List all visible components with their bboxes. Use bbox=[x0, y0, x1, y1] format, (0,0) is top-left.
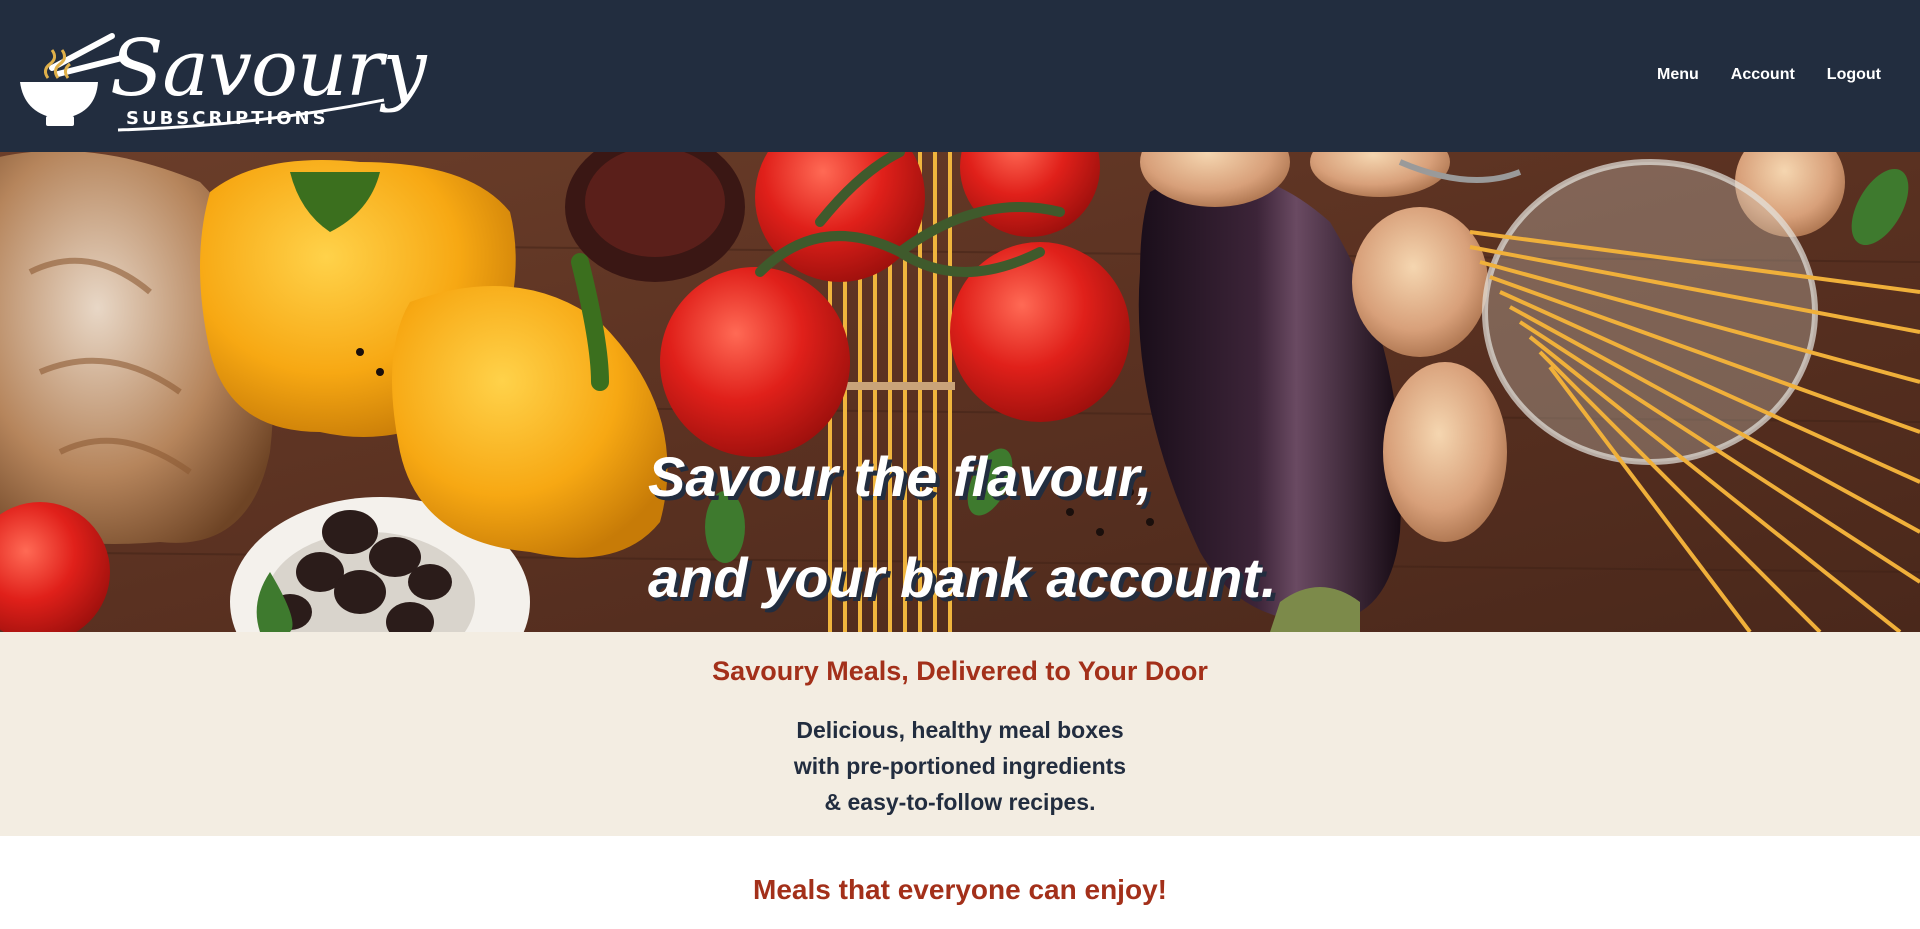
nav-menu-link[interactable]: Menu bbox=[1657, 66, 1699, 84]
features-section: Meals that everyone can enjoy! bbox=[0, 836, 1920, 929]
main-nav: Menu Account Logout bbox=[1657, 66, 1881, 84]
intro-line-2: with pre-portioned ingredients bbox=[793, 753, 1127, 779]
intro-line-1: Delicious, healthy meal boxes bbox=[796, 717, 1124, 743]
features-heading: Meals that everyone can enjoy! bbox=[753, 874, 1167, 905]
intro-line-3: & easy-to-follow recipes. bbox=[824, 789, 1096, 815]
brand-subtitle: SUBSCRIPTIONS bbox=[126, 108, 329, 129]
intro-section: Savoury Meals, Delivered to Your Door De… bbox=[0, 632, 1920, 836]
hero-headline-line1: Savour the flavour, bbox=[648, 445, 1153, 508]
nav-logout-link[interactable]: Logout bbox=[1827, 66, 1881, 84]
brand-logo[interactable]: Savoury SUBSCRIPTIONS bbox=[18, 26, 427, 132]
hero-headline-line2: and your bank account. bbox=[648, 546, 1277, 609]
intro-heading: Savoury Meals, Delivered to Your Door bbox=[712, 656, 1208, 686]
hero-banner: Savour the flavour, and your bank accoun… bbox=[0, 152, 1920, 632]
intro-description: Delicious, healthy meal boxes with pre-p… bbox=[0, 712, 1920, 820]
site-header: Savoury SUBSCRIPTIONS Menu Account Logou… bbox=[0, 0, 1920, 152]
nav-account-link[interactable]: Account bbox=[1731, 66, 1795, 84]
